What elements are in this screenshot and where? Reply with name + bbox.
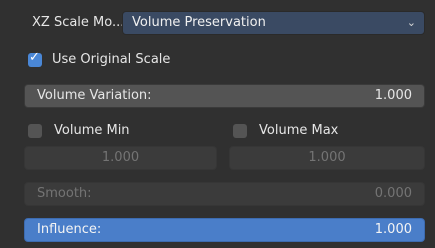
smooth-value: 0.000 xyxy=(374,186,412,201)
volume-min-checkbox[interactable] xyxy=(28,124,42,138)
xz-scale-mode-label: XZ Scale Mo... xyxy=(32,15,125,30)
smooth-field: Smooth: 0.000 xyxy=(24,182,425,206)
volume-max-checkbox[interactable] xyxy=(233,124,247,138)
checkmark-icon: ✓ xyxy=(29,50,40,65)
volume-min-label: Volume Min xyxy=(54,123,130,138)
smooth-label: Smooth: xyxy=(37,186,92,201)
volume-max-value: 1.000 xyxy=(308,150,346,165)
volume-variation-value: 1.000 xyxy=(374,88,412,103)
use-original-scale-checkbox[interactable]: ✓ xyxy=(28,50,42,67)
volume-max-label: Volume Max xyxy=(259,123,339,138)
constraint-panel: XZ Scale Mo... Volume Preservation ⌄ ✓ U… xyxy=(0,0,435,248)
volume-min-field: 1.000 xyxy=(24,146,217,170)
volume-max-field: 1.000 xyxy=(229,146,425,170)
volume-variation-label: Volume Variation: xyxy=(37,88,152,103)
influence-label: Influence: xyxy=(37,222,102,237)
volume-min-value: 1.000 xyxy=(101,150,140,165)
use-original-scale-label: Use Original Scale xyxy=(52,52,171,67)
xz-scale-mode-value: Volume Preservation xyxy=(132,15,266,30)
influence-value: 1.000 xyxy=(374,222,412,237)
influence-slider[interactable]: Influence: 1.000 xyxy=(24,218,425,242)
xz-scale-mode-dropdown[interactable]: Volume Preservation ⌄ xyxy=(122,11,425,35)
chevron-down-icon: ⌄ xyxy=(406,16,416,29)
volume-variation-field[interactable]: Volume Variation: 1.000 xyxy=(24,84,425,108)
